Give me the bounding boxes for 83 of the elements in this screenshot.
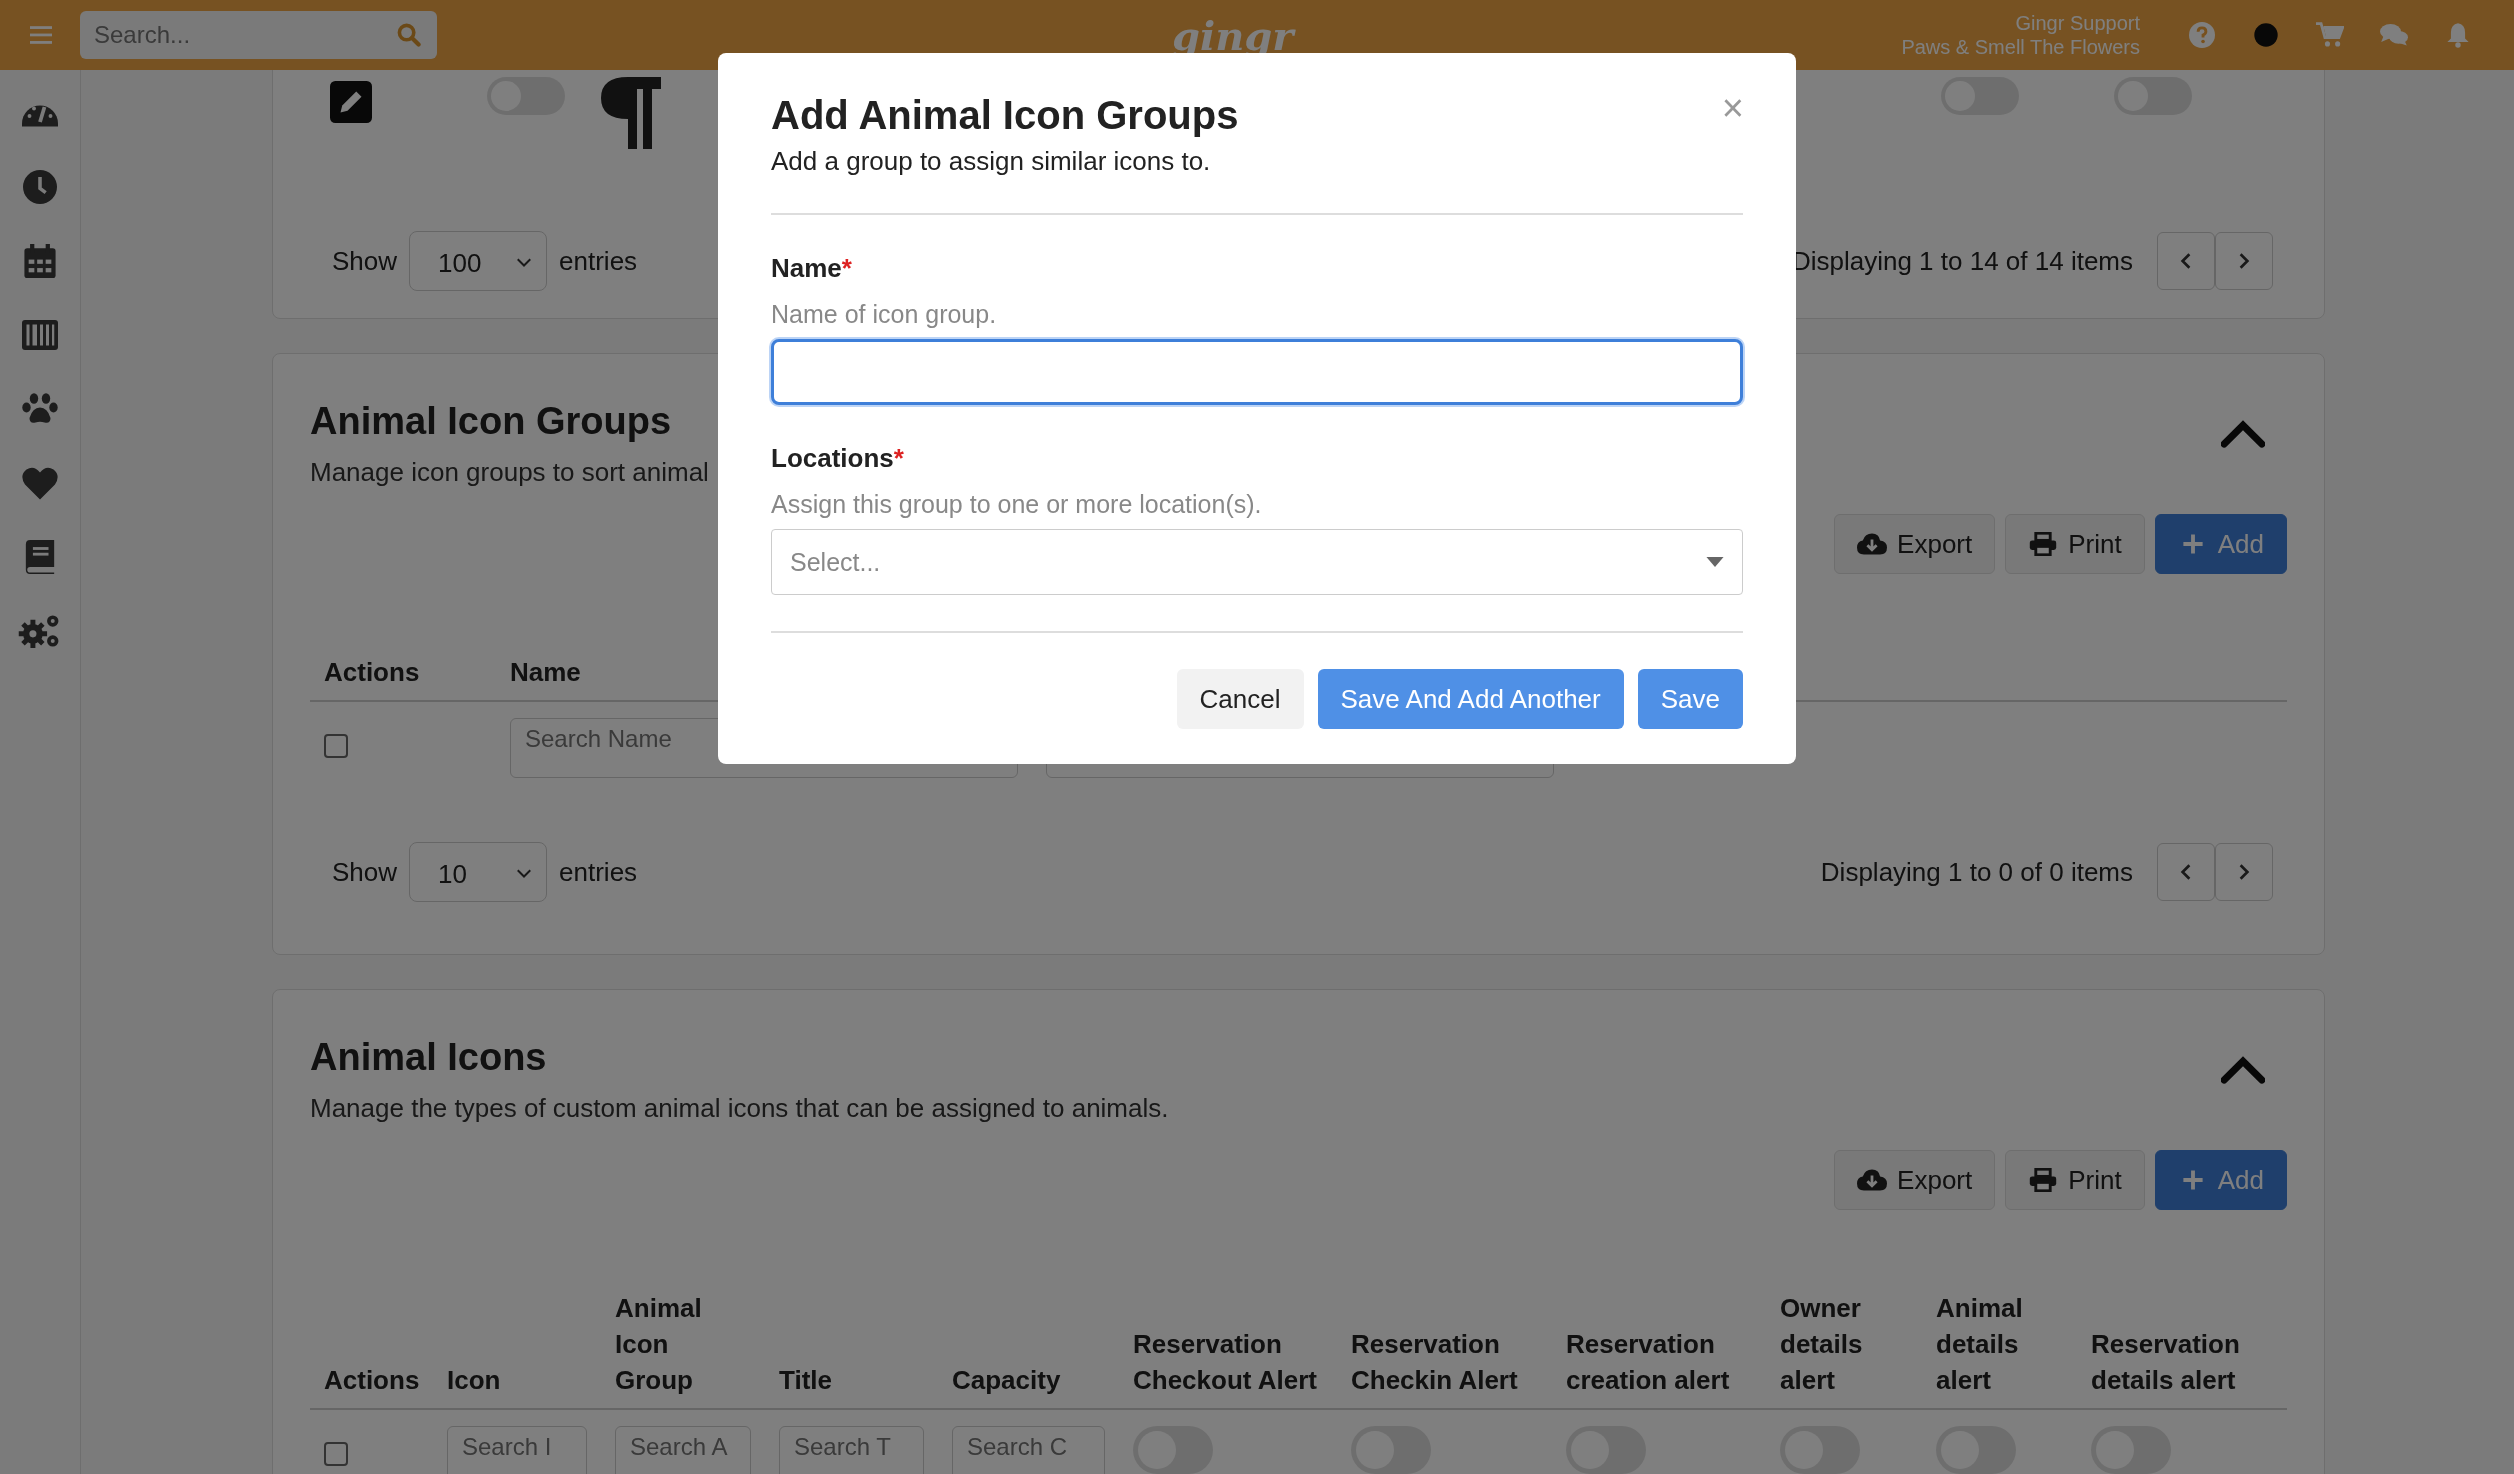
status-dot-icon[interactable]	[2252, 22, 2280, 48]
page-size-select[interactable]: 100	[409, 231, 548, 291]
cancel-button[interactable]: Cancel	[1176, 669, 1304, 729]
section-title: Animal Icon Groups	[310, 400, 673, 443]
search-field[interactable]: Search...	[80, 11, 437, 59]
page-size-select[interactable]: 10	[409, 842, 548, 902]
field-label: Locations	[771, 443, 894, 473]
column-header[interactable]: Reservation creation alert	[1552, 1326, 1766, 1408]
clock-icon[interactable]	[22, 170, 58, 204]
menu-icon[interactable]	[30, 26, 52, 44]
locations-select[interactable]: Select...	[771, 529, 1743, 595]
help-icon[interactable]	[2188, 22, 2216, 48]
collapse-icon[interactable]	[2221, 418, 2265, 448]
field-label: Name	[771, 253, 842, 283]
chevron-left-icon	[2180, 252, 2192, 270]
edit-icon[interactable]	[330, 81, 372, 123]
collapse-icon[interactable]	[2221, 1054, 2265, 1084]
add-button[interactable]: Add	[2154, 1150, 2287, 1210]
search-field[interactable]: Search C	[952, 1426, 1105, 1474]
section-description: Manage icon groups to sort animal	[310, 457, 709, 488]
previous-page-button[interactable]	[2157, 232, 2215, 290]
field-hint: Name of icon group.	[771, 300, 998, 329]
cart-icon[interactable]	[2316, 22, 2344, 48]
calendar-icon[interactable]	[22, 244, 58, 278]
column-header[interactable]: Owner details alert	[1766, 1290, 1922, 1408]
paragraph-icon[interactable]	[601, 77, 661, 149]
dialog-subtitle: Add a group to assign similar icons to.	[771, 146, 1212, 177]
show-label: Show	[332, 245, 398, 277]
column-header[interactable]: Actions	[310, 1362, 433, 1408]
caret-icon	[1706, 557, 1724, 567]
name-input[interactable]	[771, 339, 1743, 405]
entries-label: entries	[559, 245, 638, 277]
export-button[interactable]: Export	[1834, 1150, 1996, 1210]
row-checkbox[interactable]	[324, 734, 348, 758]
previous-page-button[interactable]	[2157, 843, 2215, 901]
chevron-right-icon	[2238, 252, 2250, 270]
next-page-button[interactable]	[2215, 232, 2273, 290]
column-header[interactable]: Title	[765, 1362, 938, 1408]
caret-icon	[516, 258, 533, 268]
save-button[interactable]: Save And Add Another	[1317, 669, 1624, 729]
chevron-left-icon	[2180, 863, 2192, 881]
show-label: Show	[332, 856, 398, 888]
dialog-title: Add Animal Icon Groups	[771, 93, 1240, 138]
cloud-download-icon	[1857, 532, 1888, 556]
user-name: Gingr Support	[2015, 11, 2140, 35]
print-button[interactable]: Print	[2005, 1150, 2145, 1210]
save-button[interactable]: Save	[1637, 669, 1743, 729]
print-button[interactable]: Print	[2005, 514, 2145, 574]
search-field[interactable]: Search A	[615, 1426, 751, 1474]
heart-icon[interactable]	[22, 466, 58, 500]
close-button[interactable]: ×	[1721, 89, 1744, 127]
chevron-right-icon	[2238, 863, 2250, 881]
required-mark: *	[893, 443, 904, 473]
column-header[interactable]: Animal details alert	[1922, 1290, 2077, 1408]
pagination-summary: Displaying 1 to 0 of 0 items	[1820, 856, 2133, 888]
row-checkbox[interactable]	[324, 1442, 348, 1466]
next-page-button[interactable]	[2215, 843, 2273, 901]
section-title: Animal Icons	[310, 1036, 548, 1079]
location-name: Paws & Smell The Flowers	[1901, 35, 2140, 59]
barcode-icon[interactable]	[22, 318, 58, 352]
export-button[interactable]: Export	[1834, 514, 1996, 574]
entries-label: entries	[559, 856, 638, 888]
caret-icon	[516, 869, 533, 879]
search-icon[interactable]	[397, 23, 421, 47]
pagination-summary: Displaying 1 to 14 of 14 items	[1791, 245, 2133, 277]
add-button[interactable]: Add	[2154, 514, 2287, 574]
search-field[interactable]: Search I	[447, 1426, 587, 1474]
column-header[interactable]: Icon	[433, 1362, 601, 1408]
printer-icon	[2028, 532, 2059, 556]
column-header[interactable]: Reservation details alert	[2077, 1326, 2287, 1408]
column-header[interactable]: Reservation Checkout Alert	[1119, 1326, 1337, 1408]
column-header[interactable]: Reservation Checkin Alert	[1337, 1326, 1552, 1408]
field-hint: Assign this group to one or more location(s).	[771, 490, 1263, 519]
column-header[interactable]: Capacity	[938, 1362, 1119, 1408]
chat-icon[interactable]	[2380, 22, 2408, 48]
column-header[interactable]: Animal Icon Group	[601, 1290, 765, 1408]
cloud-download-icon	[1857, 1168, 1888, 1192]
section-description: Manage the types of custom animal icons that can be assigned to animals.	[310, 1093, 1169, 1124]
required-mark: *	[841, 253, 852, 283]
printer-icon	[2028, 1168, 2059, 1192]
column-header[interactable]: Actions	[310, 654, 496, 700]
paw-icon[interactable]	[22, 392, 58, 426]
search-field[interactable]: Search T	[779, 1426, 924, 1474]
